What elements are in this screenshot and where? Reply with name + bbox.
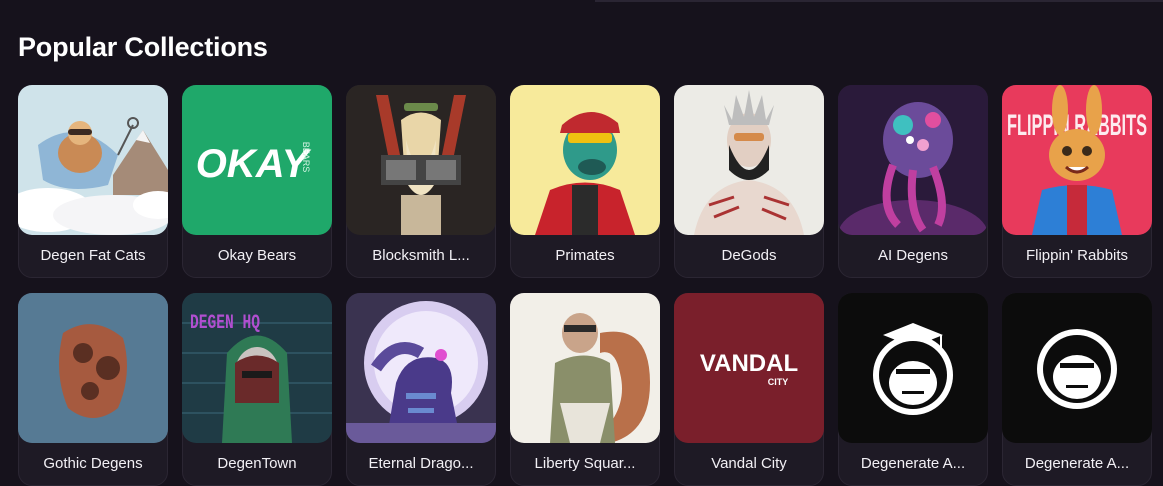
collection-name: Flippin' Rabbits xyxy=(1025,247,1129,264)
degods-artwork xyxy=(674,85,824,235)
collection-name: Vandal City xyxy=(711,455,787,472)
collection-name: Degen Fat Cats xyxy=(40,247,146,264)
degenerate-ape-logo xyxy=(1002,293,1152,443)
collection-name: Degenerate A... xyxy=(860,455,966,472)
collection-name: Eternal Drago... xyxy=(368,455,474,472)
collection-card-blocksmith[interactable]: Blocksmith L... xyxy=(346,85,496,278)
collection-card-flippin-rabbits[interactable]: FLIPPIN RABBITS Flippin' Rabbits xyxy=(1002,85,1152,278)
collection-card-okay-bears[interactable]: OKAY BEARS Okay Bears xyxy=(182,85,332,278)
collection-card-liberty-square[interactable]: Liberty Squar... xyxy=(510,293,660,486)
collection-card-eternal-dragons[interactable]: Eternal Drago... xyxy=(346,293,496,486)
collection-name: AI Degens xyxy=(877,247,949,264)
section-title: Popular Collections xyxy=(18,32,268,62)
bears-logo-text: BEARS xyxy=(301,142,311,173)
degen-hq-sign-text: DEGEN HQ xyxy=(190,312,260,335)
collection-name: Liberty Squar... xyxy=(534,455,636,472)
okay-logo-text: OKAY xyxy=(196,142,312,186)
okay-bears-logo: OKAY BEARS xyxy=(182,85,332,235)
collections-grid: Degen Fat Cats OKAY BEARS Okay Bears Blo… xyxy=(18,85,1152,486)
collection-card-vandal-city[interactable]: VANDAL CITY Vandal City xyxy=(674,293,824,486)
primates-artwork xyxy=(510,85,660,235)
vandal-city-logo: VANDAL CITY xyxy=(674,293,824,443)
degenerate-ape-graduate-logo xyxy=(838,293,988,443)
collection-card-degentown[interactable]: DEGEN HQ DegenTown xyxy=(182,293,332,486)
collection-card-degenerate-ape-2[interactable]: Degenerate A... xyxy=(1002,293,1152,486)
popular-collections-section: Popular Collections Degen Fat Cats OKAY … xyxy=(0,0,1163,486)
collection-name: Blocksmith L... xyxy=(372,247,470,264)
collection-name: Gothic Degens xyxy=(43,455,143,472)
collection-card-primates[interactable]: Primates xyxy=(510,85,660,278)
liberty-square-artwork xyxy=(510,293,660,443)
eternal-dragons-artwork xyxy=(346,293,496,443)
ai-degens-artwork xyxy=(838,85,988,235)
collection-card-degods[interactable]: DeGods xyxy=(674,85,824,278)
collection-card-degen-fat-cats[interactable]: Degen Fat Cats xyxy=(18,85,168,278)
degentown-artwork: DEGEN HQ xyxy=(182,293,332,443)
collection-name: Degenerate A... xyxy=(1024,455,1130,472)
gothic-degens-artwork xyxy=(18,293,168,443)
flippin-rabbits-artwork: FLIPPIN RABBITS xyxy=(1002,85,1152,235)
collection-name: DeGods xyxy=(721,247,777,264)
collection-card-degenerate-ape-1[interactable]: Degenerate A... xyxy=(838,293,988,486)
collection-name: Okay Bears xyxy=(217,247,297,264)
blocksmith-artwork xyxy=(346,85,496,235)
city-logo-text: CITY xyxy=(768,377,789,387)
collection-name: Primates xyxy=(555,247,615,264)
degen-fat-cats-artwork xyxy=(18,85,168,235)
collection-card-gothic-degens[interactable]: Gothic Degens xyxy=(18,293,168,486)
vandal-logo-text: VANDAL xyxy=(700,350,798,377)
collection-card-ai-degens[interactable]: AI Degens xyxy=(838,85,988,278)
collection-name: DegenTown xyxy=(217,455,297,472)
